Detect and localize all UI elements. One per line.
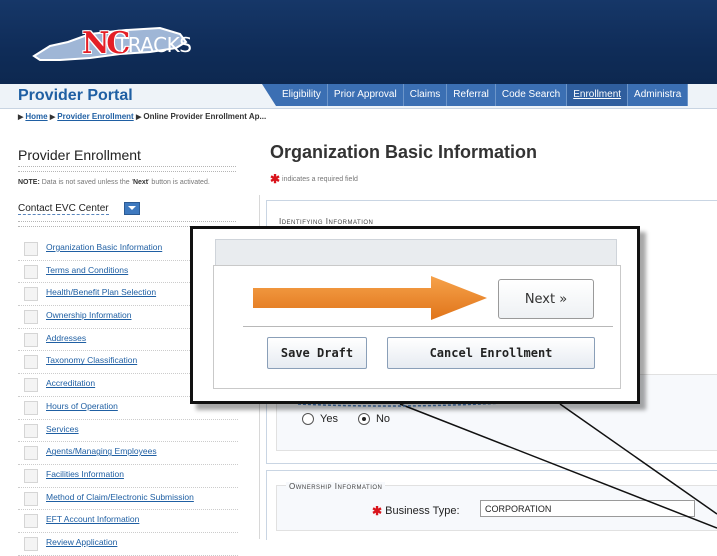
step-checkbox (24, 536, 38, 551)
callout-topbar (215, 239, 617, 267)
next-button[interactable]: Next » (498, 279, 594, 319)
cancel-enrollment-button[interactable]: Cancel Enrollment (387, 337, 595, 369)
zoom-callout: Next » Save Draft Cancel Enrollment (190, 226, 640, 404)
divider (243, 326, 613, 327)
save-draft-button[interactable]: Save Draft (267, 337, 367, 369)
orange-arrow-icon (253, 276, 487, 320)
